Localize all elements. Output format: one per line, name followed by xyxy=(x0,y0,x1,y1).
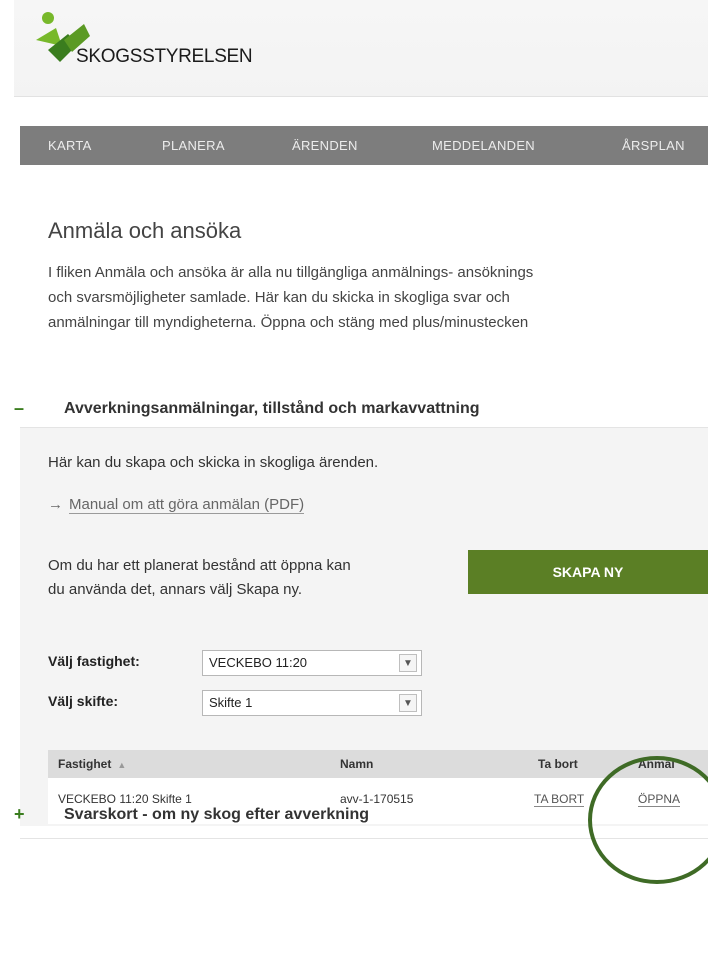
highlight-circle-annotation xyxy=(588,756,708,884)
cell-namn: avv-1-170515 xyxy=(340,792,414,806)
section-panel-avverkning: Här kan du skapa och skicka in skogliga … xyxy=(20,428,708,826)
chevron-down-icon[interactable]: ▼ xyxy=(399,654,417,672)
main-nav: KARTA PLANERA ÄRENDEN MEDDELANDEN ÅRSPLA… xyxy=(20,126,708,165)
manual-link-row[interactable]: → Manual om att göra anmälan (PDF) xyxy=(48,496,305,514)
nav-item-meddelanden[interactable]: MEDDELANDEN xyxy=(432,138,535,153)
intro-line: I fliken Anmäla och ansöka är alla nu ti… xyxy=(48,264,534,281)
plan-hint-text: Om du har ett planerat bestånd att öppna… xyxy=(48,554,351,602)
create-new-button[interactable]: SKAPA NY xyxy=(468,550,708,594)
shift-label: Välj skifte: xyxy=(48,693,119,709)
plan-hint-line: du använda det, annars välj Skapa ny. xyxy=(48,581,303,598)
section-title[interactable]: Svarskort - om ny skog efter avverkning xyxy=(64,806,369,824)
intro-text: I fliken Anmäla och ansöka är alla nu ti… xyxy=(48,260,708,335)
site-header: SKOGSSTYRELSEN xyxy=(14,0,708,97)
arrow-right-icon: → xyxy=(48,496,63,513)
remove-link[interactable]: TA BORT xyxy=(534,792,585,807)
column-header-fastighet[interactable]: Fastighet ▲ xyxy=(58,757,126,771)
nav-item-arenden[interactable]: ÄRENDEN xyxy=(292,138,358,153)
chevron-down-icon[interactable]: ▼ xyxy=(399,694,417,712)
collapse-toggle[interactable]: – xyxy=(14,398,34,419)
nav-item-arsplan[interactable]: ÅRSPLAN xyxy=(622,138,685,153)
page-title: Anmäla och ansöka xyxy=(48,218,242,243)
column-header-label: Fastighet xyxy=(58,757,112,771)
sort-ascending-icon[interactable]: ▲ xyxy=(117,760,126,770)
expand-toggle[interactable]: + xyxy=(14,804,34,825)
cell-fastighet: VECKEBO 11:20 Skifte 1 xyxy=(58,792,192,806)
section-title[interactable]: Avverkningsanmälningar, tillstånd och ma… xyxy=(64,400,480,418)
section-description: Här kan du skapa och skicka in skogliga … xyxy=(48,454,379,471)
brand-name: SKOGSSTYRELSEN xyxy=(76,46,253,67)
plan-hint-line: Om du har ett planerat bestånd att öppna… xyxy=(48,557,351,574)
column-header-ta-bort: Ta bort xyxy=(538,757,578,771)
intro-line: och svarsmöjligheter samlade. Här kan du… xyxy=(48,289,510,306)
intro-line: anmälningar till myndigheterna. Öppna oc… xyxy=(48,314,529,331)
shift-select[interactable]: Skifte 1 ▼ xyxy=(202,690,422,716)
property-select[interactable]: VECKEBO 11:20 ▼ xyxy=(202,650,422,676)
nav-item-planera[interactable]: PLANERA xyxy=(162,138,225,153)
shift-select-value: Skifte 1 xyxy=(209,695,253,710)
property-select-value: VECKEBO 11:20 xyxy=(209,655,308,670)
manual-pdf-link[interactable]: Manual om att göra anmälan (PDF) xyxy=(69,496,305,514)
column-header-namn[interactable]: Namn xyxy=(340,757,373,771)
nav-item-karta[interactable]: KARTA xyxy=(48,138,92,153)
property-label: Välj fastighet: xyxy=(48,653,140,669)
